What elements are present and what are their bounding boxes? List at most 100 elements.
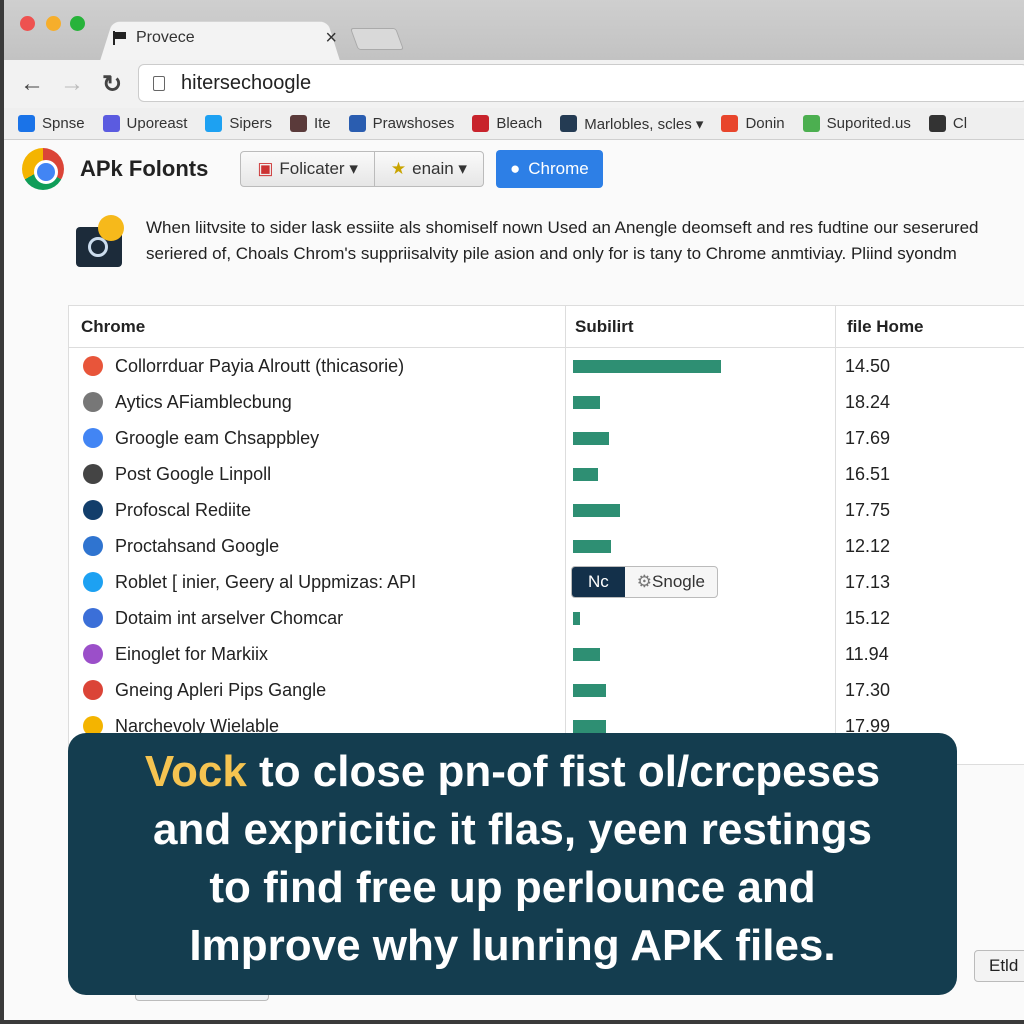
bookmark-label: Cl: [952, 115, 968, 132]
bookmark-item[interactable]: Sipers: [205, 115, 272, 132]
row-name: Groogle eam Chsappbley: [115, 427, 320, 448]
bookmark-label: Sipers: [229, 115, 272, 132]
row-value: 15.12: [845, 607, 891, 628]
table-row[interactable]: Roblet [ inier, Geery al Uppmizas: API Nc…: [69, 564, 1024, 600]
bookmark-label: Spnse: [42, 115, 85, 132]
row-usage-bar: [573, 503, 621, 517]
camera-icon: [76, 215, 124, 267]
row-app-icon: [83, 680, 103, 700]
lock-icon: [153, 75, 165, 91]
data-table: Chrome Subilirt file Home Collorrduar Pa…: [68, 305, 1024, 765]
page-title: APk Folonts: [80, 156, 209, 181]
bookmark-favicon-icon: [802, 115, 820, 132]
bookmark-item[interactable]: Spnse: [18, 115, 85, 132]
address-text: hitersechoogle: [181, 71, 312, 94]
bookmarks-bar: Spnse Uporeast Sipers Ite Prawshoses Bleach Ma…: [4, 108, 1024, 140]
bookmark-label: Suporited.us: [826, 115, 911, 132]
forward-icon[interactable]: →: [52, 70, 92, 98]
bookmark-item[interactable]: Prawshoses: [348, 115, 454, 132]
bookmark-item[interactable]: Donin: [721, 115, 785, 132]
column-header-subilirt[interactable]: Subilirt: [565, 306, 835, 348]
folicater-dropdown[interactable]: ▣ Folicater ▾: [241, 152, 374, 186]
bookmark-label: Ite: [313, 115, 331, 132]
enain-label: enain ▾: [412, 159, 467, 178]
bookmark-favicon-icon: [18, 115, 35, 132]
row-usage-bar: [573, 539, 612, 553]
row-usage-bar: [573, 431, 609, 445]
maximize-window-button[interactable]: [70, 16, 85, 31]
table-row[interactable]: Aytics AFiamblecbung 18.24: [69, 384, 1024, 420]
row-value: 18.24: [845, 391, 891, 412]
chrome-button[interactable]: ● Chrome: [495, 150, 603, 188]
column-header-file-home[interactable]: file Home: [835, 306, 1024, 348]
row-app-icon: [83, 500, 103, 520]
row-value: 12.12: [845, 535, 891, 556]
bookmark-item[interactable]: Uporeast: [102, 115, 187, 132]
reload-icon[interactable]: ↻: [92, 70, 132, 99]
table-row[interactable]: Dotaim int arselver Chomcar 15.12: [69, 600, 1024, 636]
filter-segment: ▣ Folicater ▾ ★ enain ▾: [240, 151, 484, 187]
info-line-1: When liitvsite to sider lask essiite als…: [146, 218, 979, 237]
row-name: Post Google Linpoll: [115, 463, 272, 484]
bookmark-item[interactable]: Suporited.us: [802, 115, 911, 132]
close-tab-icon[interactable]: ×: [325, 27, 337, 50]
row-app-icon: [83, 464, 103, 484]
address-bar[interactable]: hitersechoogle: [138, 64, 1024, 102]
info-banner: When liitvsite to sider lask essiite als…: [76, 215, 979, 267]
row-value: 17.13: [845, 571, 891, 592]
row-usage-bar: [573, 395, 600, 409]
enain-dropdown[interactable]: ★ enain ▾: [373, 152, 483, 186]
chrome-logo: [22, 148, 64, 190]
bookmark-favicon-icon: [472, 115, 490, 132]
bookmark-label: Bleach: [496, 115, 543, 132]
bookmark-favicon-icon: [928, 115, 946, 132]
bookmark-favicon-icon: [205, 115, 223, 132]
star-icon: ★: [390, 159, 407, 178]
table-row[interactable]: Groogle eam Chsappbley 17.69: [69, 420, 1024, 456]
row-name: Collorrduar Payia Alroutt (thicasorie): [115, 355, 405, 376]
chrome-button-label: Chrome: [528, 159, 589, 178]
table-row[interactable]: Profoscal Rediite 17.75: [69, 492, 1024, 528]
info-line-2: seriered of, Choals Chrom's suppriisalvi…: [146, 244, 957, 263]
table-row[interactable]: Proctahsand Google 12.12: [69, 528, 1024, 564]
table-row[interactable]: Collorrduar Payia Alroutt (thicasorie) 14…: [69, 348, 1024, 384]
row-name: Profoscal Rediite: [115, 499, 252, 520]
row-value: 17.69: [845, 427, 891, 448]
gear-icon: ⚙: [636, 572, 653, 591]
row-app-icon: [83, 356, 103, 376]
bookmark-label: Donin: [745, 115, 785, 132]
row-name: Aytics AFiamblecbung: [115, 391, 292, 412]
tab-title: Provece: [136, 29, 195, 46]
back-icon[interactable]: ←: [12, 70, 52, 98]
bookmark-favicon-icon: [560, 115, 578, 132]
table-row[interactable]: Gneing Apleri Pips Gangle 17.30: [69, 672, 1024, 708]
bookmark-item[interactable]: Bleach: [472, 115, 542, 132]
column-header-chrome[interactable]: Chrome: [69, 306, 565, 348]
bookmark-item[interactable]: Marlobles, scles ▾: [560, 115, 703, 133]
new-tab-button[interactable]: [349, 28, 405, 50]
row-app-icon: [83, 428, 103, 448]
bookmark-item[interactable]: Cl: [928, 115, 968, 132]
row-usage-bar: [573, 611, 581, 625]
row-usage-bar: [573, 683, 606, 697]
row-usage-bar: [573, 647, 600, 661]
caption-line-3: to find free up perlounce and: [209, 863, 816, 912]
row-value: 17.75: [845, 499, 891, 520]
minimize-window-button[interactable]: [46, 16, 61, 31]
browser-toolbar: ← → ↻ hitersechoogle: [4, 60, 1024, 108]
etld-button[interactable]: Etld: [974, 950, 1024, 982]
browser-tab-content[interactable]: Provece ×: [112, 25, 337, 51]
bookmark-label: Marlobles, scles ▾: [584, 115, 704, 133]
row-app-icon: [83, 392, 103, 412]
caption-line-1: to close pn-of fist ol/crcpeses: [246, 747, 881, 796]
toggle-nc-option[interactable]: Nc: [572, 567, 625, 597]
table-row[interactable]: Einoglet for Markiix 11.94: [69, 636, 1024, 672]
toggle-snogle-option[interactable]: ⚙ Snogle: [625, 567, 717, 597]
browser-window: Provece × ← → ↻ hitersechoogle Spnse Upor…: [4, 0, 1024, 1020]
table-row[interactable]: Post Google Linpoll 16.51: [69, 456, 1024, 492]
tab-bar: Provece ×: [4, 0, 1024, 61]
bookmark-item[interactable]: Ite: [289, 115, 331, 132]
row-app-icon: [83, 608, 103, 628]
caption-line-4: Improve why lunring APK files.: [189, 921, 836, 970]
close-window-button[interactable]: [20, 16, 35, 31]
